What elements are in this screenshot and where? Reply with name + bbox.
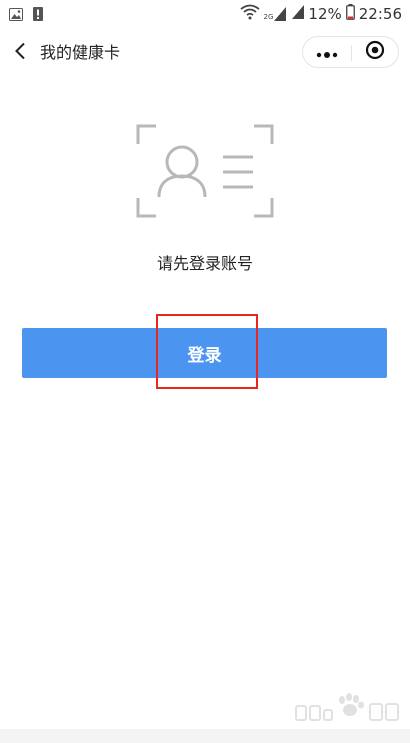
signal-icon-2 [290,5,305,23]
bottom-edge-strip [0,729,410,743]
more-menu-button[interactable] [303,37,351,67]
status-left [9,6,43,25]
more-dots-icon [316,43,338,62]
battery-percent: 12% [308,5,342,23]
login-prompt-text: 请先登录账号 [156,254,253,273]
battery-icon [345,4,355,24]
chevron-left-icon [14,42,26,64]
status-right: 2G 12% 22:56 [239,4,402,24]
mini-program-capsule [302,36,399,68]
status-bar: 2G 12% 22:56 [0,0,410,28]
close-mini-program-button[interactable] [352,37,398,67]
alert-notification-icon [33,6,43,25]
login-button[interactable]: 登录 [22,328,387,378]
clock-time: 22:56 [358,5,402,23]
back-button[interactable] [8,39,32,67]
navigation-bar: 我的健康卡 [0,28,410,78]
login-button-label: 登录 [187,345,222,366]
image-notification-icon [9,6,23,25]
id-card-illustration [136,124,274,218]
page-title: 我的健康卡 [40,43,121,62]
wifi-icon [239,4,260,24]
paw-watermark-icon [295,693,399,721]
watermark-logo [292,690,402,726]
signal-type-label: 2G [263,13,274,21]
close-circle-icon [365,40,385,64]
id-card-icon [136,124,274,218]
signal-icon-1: 2G [264,7,287,21]
